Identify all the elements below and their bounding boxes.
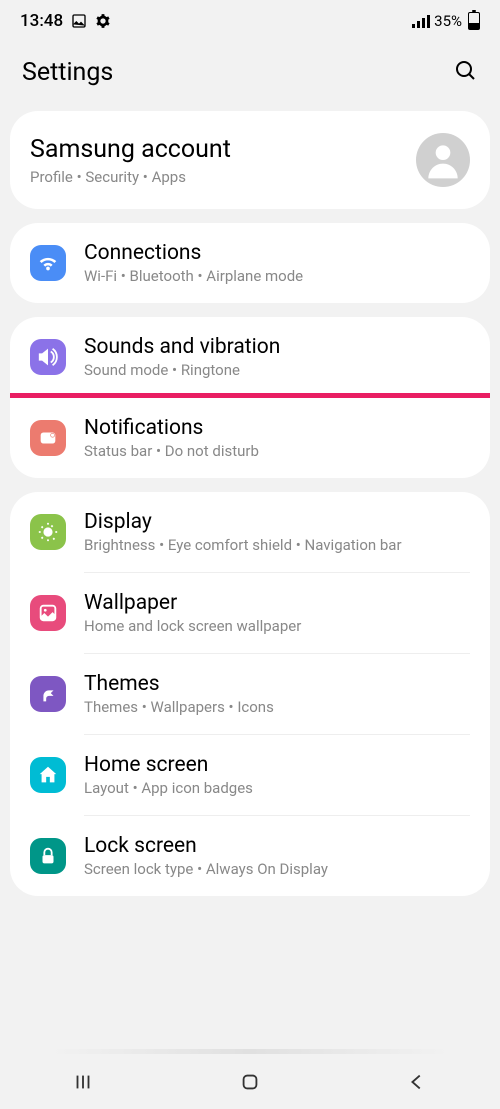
setting-title: Display xyxy=(84,510,470,534)
setting-title: Wallpaper xyxy=(84,591,470,615)
setting-subtitle: Brightness • Eye comfort shield • Naviga… xyxy=(84,536,470,554)
setting-subtitle: Themes • Wallpapers • Icons xyxy=(84,698,470,716)
wifi-icon xyxy=(30,245,66,281)
settings-item-homescreen[interactable]: Home screen Layout • App icon badges xyxy=(10,735,490,815)
settings-item-wallpaper[interactable]: Wallpaper Home and lock screen wallpaper xyxy=(10,573,490,653)
image-icon xyxy=(71,13,87,29)
settings-group-connections: Connections Wi-Fi • Bluetooth • Airplane… xyxy=(10,223,490,303)
settings-group-display: Display Brightness • Eye comfort shield … xyxy=(10,492,490,896)
gear-icon xyxy=(95,13,111,29)
setting-title: Themes xyxy=(84,672,470,696)
signal-icon xyxy=(412,14,430,28)
back-button[interactable] xyxy=(406,1071,428,1097)
samsung-account-card[interactable]: Samsung account Profile • Security • App… xyxy=(10,111,490,209)
settings-item-themes[interactable]: Themes Themes • Wallpapers • Icons xyxy=(10,654,490,734)
status-time: 13:48 xyxy=(20,11,63,31)
setting-subtitle: Home and lock screen wallpaper xyxy=(84,617,470,635)
search-icon[interactable] xyxy=(454,59,478,87)
recents-button[interactable] xyxy=(72,1071,94,1097)
setting-subtitle: Status bar • Do not disturb xyxy=(84,442,470,460)
navigation-bar xyxy=(0,1059,500,1109)
settings-item-notifications[interactable]: Notifications Status bar • Do not distur… xyxy=(10,393,490,478)
setting-subtitle: Screen lock type • Always On Display xyxy=(84,860,470,878)
battery-percent: 35% xyxy=(434,12,462,30)
settings-group-sounds: Sounds and vibration Sound mode • Ringto… xyxy=(10,317,490,478)
setting-title: Lock screen xyxy=(84,834,470,858)
setting-title: Home screen xyxy=(84,753,470,777)
themes-icon xyxy=(30,676,66,712)
settings-item-lockscreen[interactable]: Lock screen Screen lock type • Always On… xyxy=(10,816,490,896)
wallpaper-icon xyxy=(30,595,66,631)
setting-title: Connections xyxy=(84,241,470,265)
account-title: Samsung account xyxy=(30,135,416,164)
avatar-icon xyxy=(416,133,470,187)
battery-icon xyxy=(468,12,480,30)
lock-icon xyxy=(30,838,66,874)
setting-subtitle: Wi-Fi • Bluetooth • Airplane mode xyxy=(84,267,470,285)
settings-item-display[interactable]: Display Brightness • Eye comfort shield … xyxy=(10,492,490,572)
notification-icon xyxy=(30,420,66,456)
setting-subtitle: Layout • App icon badges xyxy=(84,779,470,797)
account-subtitle: Profile • Security • Apps xyxy=(30,168,416,186)
home-icon xyxy=(30,757,66,793)
status-bar: 13:48 35% xyxy=(0,0,500,42)
display-icon xyxy=(30,514,66,550)
setting-subtitle: Sound mode • Ringtone xyxy=(84,361,470,379)
setting-title: Notifications xyxy=(84,416,470,440)
settings-item-connections[interactable]: Connections Wi-Fi • Bluetooth • Airplane… xyxy=(10,223,490,303)
settings-item-sounds[interactable]: Sounds and vibration Sound mode • Ringto… xyxy=(10,317,490,397)
home-button[interactable] xyxy=(239,1071,261,1097)
settings-list: Samsung account Profile • Security • App… xyxy=(0,111,500,1071)
page-title: Settings xyxy=(22,58,113,87)
header: Settings xyxy=(0,42,500,111)
setting-title: Sounds and vibration xyxy=(84,335,470,359)
sound-icon xyxy=(30,339,66,375)
